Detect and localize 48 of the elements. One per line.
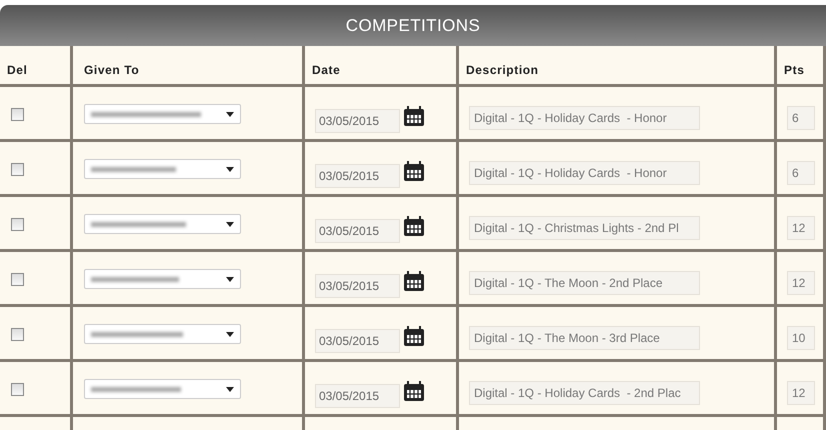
points-field[interactable]: 12: [787, 381, 815, 405]
description-field[interactable]: Digital - 1Q - Holiday Cards - Honor: [469, 161, 700, 185]
delete-checkbox[interactable]: [11, 273, 24, 286]
name-dropdown[interactable]: [84, 269, 241, 289]
delete-checkbox[interactable]: [11, 383, 24, 396]
delete-checkbox[interactable]: [11, 218, 24, 231]
name-dropdown[interactable]: [84, 379, 241, 399]
calendar-icon[interactable]: [403, 105, 425, 127]
caret-icon: [226, 112, 234, 116]
caret-icon: [226, 332, 234, 336]
caret-icon: [226, 222, 234, 226]
name-dropdown[interactable]: [84, 159, 241, 179]
caret-icon: [226, 276, 234, 282]
date-field[interactable]: 03/05/2015: [315, 384, 400, 408]
points-field[interactable]: 6: [787, 106, 815, 130]
points-field[interactable]: 6: [787, 161, 815, 185]
delete-checkbox[interactable]: [11, 163, 24, 176]
points-field[interactable]: 12: [787, 216, 815, 240]
delete-checkbox[interactable]: [11, 328, 24, 341]
description-field[interactable]: Digital - 1Q - The Moon - 3rd Place: [469, 326, 700, 350]
description-field[interactable]: Digital - 1Q - Holiday Cards - Honor: [469, 106, 700, 130]
calendar-icon[interactable]: [403, 215, 425, 237]
caret-icon: [226, 386, 234, 392]
column-header: Date: [312, 62, 340, 79]
calendar-icon[interactable]: [403, 325, 425, 347]
calendar-icon[interactable]: [403, 270, 425, 292]
calendar-icon[interactable]: [403, 380, 425, 402]
calendar-icon[interactable]: [403, 160, 425, 182]
date-field[interactable]: 03/05/2015: [315, 329, 400, 353]
column-header: Given To: [84, 62, 140, 79]
description-field[interactable]: Digital - 1Q - The Moon - 2nd Place: [469, 271, 700, 295]
name-dropdown[interactable]: [84, 324, 241, 344]
caret-icon: [226, 166, 234, 172]
description-field[interactable]: Digital - 1Q - Christmas Lights - 2nd Pl: [469, 216, 700, 240]
name-dropdown[interactable]: [84, 214, 241, 234]
column-header: Pts: [784, 62, 804, 79]
name-dropdown[interactable]: [84, 104, 241, 124]
points-field[interactable]: 12: [787, 271, 815, 295]
date-field[interactable]: 03/05/2015: [315, 109, 400, 133]
title-bar: COMPETITIONS: [0, 5, 826, 46]
date-field[interactable]: 03/05/2015: [315, 164, 400, 188]
date-field[interactable]: 03/05/2015: [315, 219, 400, 243]
description-field[interactable]: Digital - 1Q - Holiday Cards - 2nd Plac: [469, 381, 700, 405]
date-field[interactable]: 03/05/2015: [315, 274, 400, 298]
points-field[interactable]: 10: [787, 326, 815, 350]
column-header: Description: [466, 62, 539, 79]
delete-checkbox[interactable]: [11, 108, 24, 121]
column-header: Del: [7, 62, 28, 79]
